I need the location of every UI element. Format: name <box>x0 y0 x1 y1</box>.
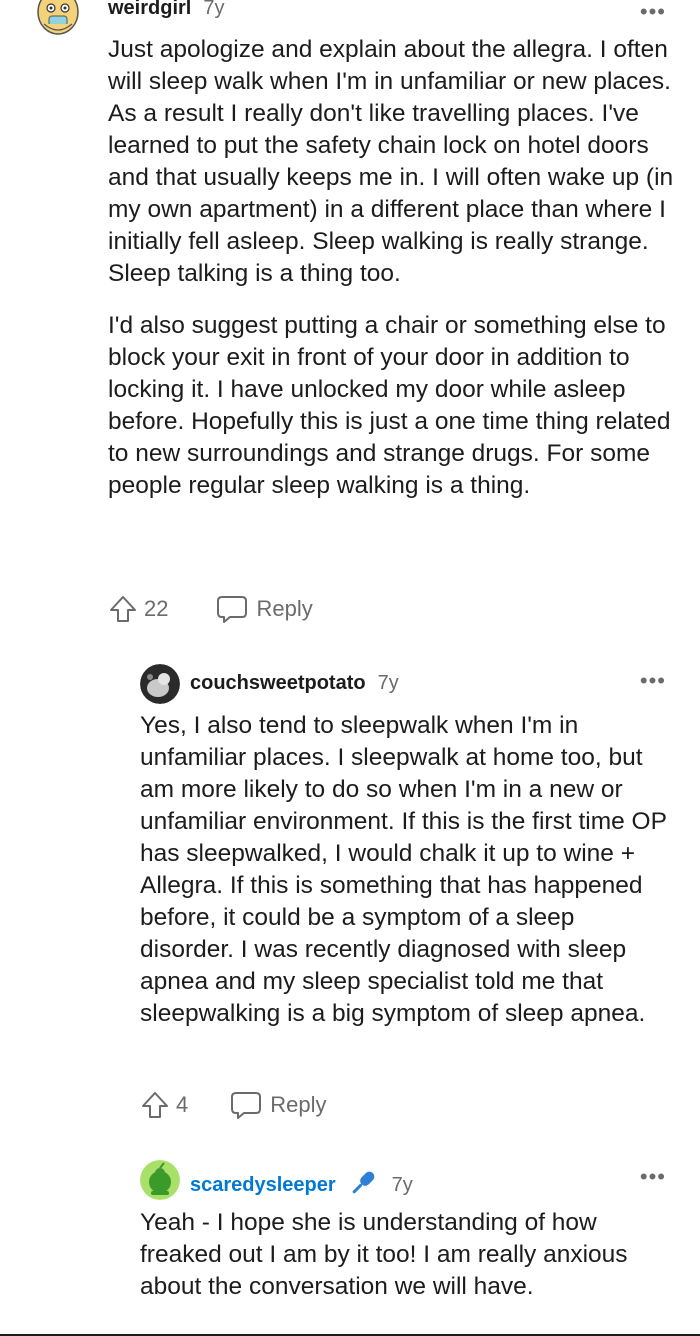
avatar[interactable] <box>34 0 82 38</box>
comment-age: 7y <box>203 0 225 19</box>
username[interactable]: weirdgirl <box>108 0 191 20</box>
comment-bubble-icon <box>231 1092 262 1119</box>
comment-age: 7y <box>377 672 399 694</box>
reply-button[interactable]: Reply <box>216 594 313 624</box>
microphone-icon <box>346 1168 380 1203</box>
comment-paragraph: Yeah - I hope she is understanding of ho… <box>140 1209 628 1300</box>
avatar[interactable] <box>140 664 180 704</box>
avatar[interactable] <box>140 1160 180 1200</box>
upvote-button[interactable]: 4 <box>140 1090 188 1120</box>
more-options-icon[interactable]: ••• <box>640 1 666 23</box>
reply-button[interactable]: Reply <box>230 1090 327 1120</box>
comment-weirdgirl: weirdgirl 7y ••• Just apologize and expl… <box>0 0 700 650</box>
reply-label: Reply <box>270 1092 327 1117</box>
comment-paragraph: I'd also suggest putting a chair or some… <box>108 312 671 499</box>
username-op[interactable]: scaredysleeper <box>190 1174 336 1197</box>
comment-age: 7y <box>391 1174 413 1196</box>
vote-count: 4 <box>176 1092 189 1117</box>
vote-count: 22 <box>144 596 169 621</box>
upvote-arrow-icon[interactable] <box>108 594 138 624</box>
upvote-button[interactable]: 22 <box>108 594 168 624</box>
reply-label: Reply <box>256 596 313 621</box>
username[interactable]: couchsweetpotato <box>190 672 366 695</box>
more-options-icon[interactable]: ••• <box>640 1166 666 1188</box>
comment-paragraph: Yes, I also tend to sleepwalk when I'm i… <box>140 712 667 1027</box>
comment-paragraph: Just apologize and explain about the all… <box>108 36 674 287</box>
more-options-icon[interactable]: ••• <box>640 670 666 692</box>
comment-body: Yeah - I hope she is understanding of ho… <box>140 1207 660 1303</box>
comment-bubble-icon <box>217 596 248 623</box>
comment-body: Just apologize and explain about the all… <box>108 34 683 502</box>
comment-body: Yes, I also tend to sleepwalk when I'm i… <box>140 710 675 1030</box>
upvote-arrow-icon[interactable] <box>140 1090 170 1120</box>
